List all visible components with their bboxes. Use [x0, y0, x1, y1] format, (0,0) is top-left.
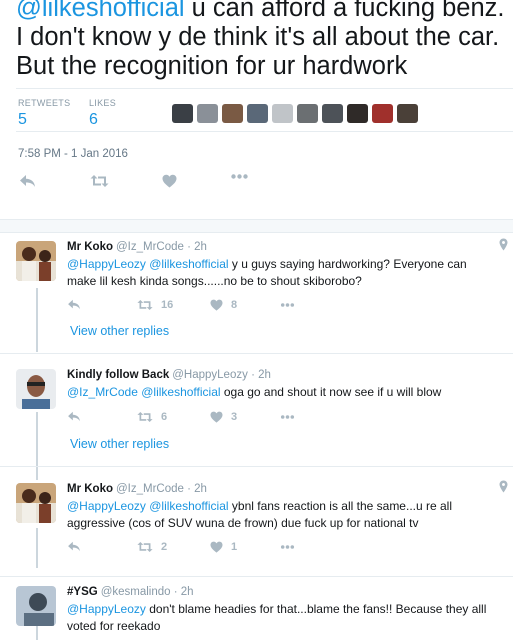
liker-avatar[interactable]: [397, 104, 418, 123]
section-divider: [0, 219, 513, 233]
avatar[interactable]: [16, 586, 56, 626]
liker-avatar[interactable]: [197, 104, 218, 123]
retweet-icon[interactable]: 2: [137, 541, 167, 553]
retweets-count[interactable]: 5: [18, 111, 70, 129]
reply-icon[interactable]: [67, 411, 81, 422]
like-count: 3: [231, 411, 238, 423]
liker-avatar[interactable]: [172, 104, 193, 123]
author-handle[interactable]: @Iz_MrCode: [116, 483, 184, 495]
likes-label: LIKES: [89, 98, 117, 108]
liker-avatar[interactable]: [297, 104, 318, 123]
mention-link[interactable]: @HappyLeozy: [67, 499, 146, 513]
reply-header: Mr Koko @Iz_MrCode · 2h: [67, 241, 207, 253]
more-icon[interactable]: [280, 303, 295, 307]
liker-avatar[interactable]: [322, 104, 343, 123]
author-handle[interactable]: @Iz_MrCode: [116, 241, 184, 253]
retweets-label: RETWEETS: [18, 98, 71, 108]
avatar[interactable]: [16, 483, 56, 523]
location-pin-icon: [499, 238, 508, 256]
retweet-stat[interactable]: RETWEETS 5: [18, 98, 70, 129]
thread-line: [36, 528, 38, 568]
retweet-icon[interactable]: 6: [137, 411, 167, 423]
mention-link[interactable]: @HappyLeozy: [67, 602, 146, 616]
likes-stat[interactable]: LIKES 6: [89, 98, 116, 129]
mention-link[interactable]: @lilkeshofficial: [141, 385, 220, 399]
author-name[interactable]: #YSG: [67, 586, 98, 598]
tweet-line: I don't know y de think it's all about t…: [16, 23, 500, 51]
reply-text: @HappyLeozy @lilkeshofficial ybnl fans r…: [67, 499, 453, 530]
like-icon[interactable]: 3: [210, 411, 237, 423]
reply-icon[interactable]: [19, 174, 36, 188]
retweet-count: 16: [161, 299, 174, 311]
reply-header: Mr Koko @Iz_MrCode · 2h: [67, 483, 207, 495]
likes-count[interactable]: 6: [89, 111, 116, 129]
reply-header: #YSG @kesmalindo · 2h: [67, 586, 194, 598]
retweet-icon[interactable]: [90, 174, 109, 188]
divider: [0, 466, 513, 467]
reply-time[interactable]: · 2h: [174, 586, 194, 598]
more-icon[interactable]: [231, 174, 248, 179]
like-icon[interactable]: [162, 174, 177, 188]
reply-time[interactable]: · 2h: [187, 483, 207, 495]
mention-link[interactable]: @HappyLeozy: [67, 257, 146, 271]
liker-avatar[interactable]: [222, 104, 243, 123]
tweet-line: But the recognition for ur hardwork: [16, 52, 408, 80]
reply-text: @Iz_MrCode @lilkeshofficial oga go and s…: [67, 385, 442, 399]
liker-avatars: [172, 104, 422, 123]
like-count: 1: [231, 541, 238, 553]
mention-link[interactable]: @lilkeshofficial: [16, 0, 185, 22]
retweet-count: 2: [161, 541, 168, 553]
reply-icon[interactable]: [67, 541, 81, 552]
thread-line: [36, 624, 38, 640]
author-handle[interactable]: @kesmalindo: [101, 586, 171, 598]
mention-link[interactable]: @lilkeshofficial: [149, 499, 228, 513]
divider: [0, 353, 513, 354]
liker-avatar[interactable]: [247, 104, 268, 123]
mention-link[interactable]: @lilkeshofficial: [149, 257, 228, 271]
like-count: 8: [231, 299, 238, 311]
thread-line: [36, 412, 38, 480]
thread-line: [36, 288, 38, 352]
reply-time[interactable]: · 2h: [251, 369, 271, 381]
author-handle[interactable]: @HappyLeozy: [172, 369, 248, 381]
reply-time[interactable]: · 2h: [187, 241, 207, 253]
reply-icon[interactable]: [67, 299, 81, 310]
author-name[interactable]: Mr Koko: [67, 483, 113, 495]
more-icon[interactable]: [280, 415, 295, 419]
retweet-count: 6: [161, 411, 168, 423]
tweet-timestamp: 7:58 PM - 1 Jan 2016: [18, 148, 128, 160]
retweet-icon[interactable]: 16: [137, 299, 173, 311]
avatar[interactable]: [16, 241, 56, 281]
like-icon[interactable]: 1: [210, 541, 237, 553]
reply-text: @HappyLeozy don't blame headies for that…: [67, 602, 487, 633]
liker-avatar[interactable]: [347, 104, 368, 123]
author-name[interactable]: Kindly follow Back: [67, 369, 169, 381]
liker-avatar[interactable]: [372, 104, 393, 123]
mention-link[interactable]: @Iz_MrCode: [67, 385, 138, 399]
divider: [0, 576, 513, 577]
liker-avatar[interactable]: [272, 104, 293, 123]
reply-text: @HappyLeozy @lilkeshofficial y u guys sa…: [67, 257, 467, 288]
author-name[interactable]: Mr Koko: [67, 241, 113, 253]
view-other-replies-link[interactable]: View other replies: [70, 324, 169, 338]
view-other-replies-link[interactable]: View other replies: [70, 437, 169, 451]
reply-header: Kindly follow Back @HappyLeozy · 2h: [67, 369, 271, 381]
main-tweet-text: @lilkeshofficial u can afford a fucking …: [16, 0, 511, 81]
more-icon[interactable]: [280, 545, 295, 549]
like-icon[interactable]: 8: [210, 299, 237, 311]
tweet-stats: RETWEETS 5 LIKES 6: [16, 88, 513, 132]
avatar[interactable]: [16, 369, 56, 409]
location-pin-icon: [499, 480, 508, 498]
